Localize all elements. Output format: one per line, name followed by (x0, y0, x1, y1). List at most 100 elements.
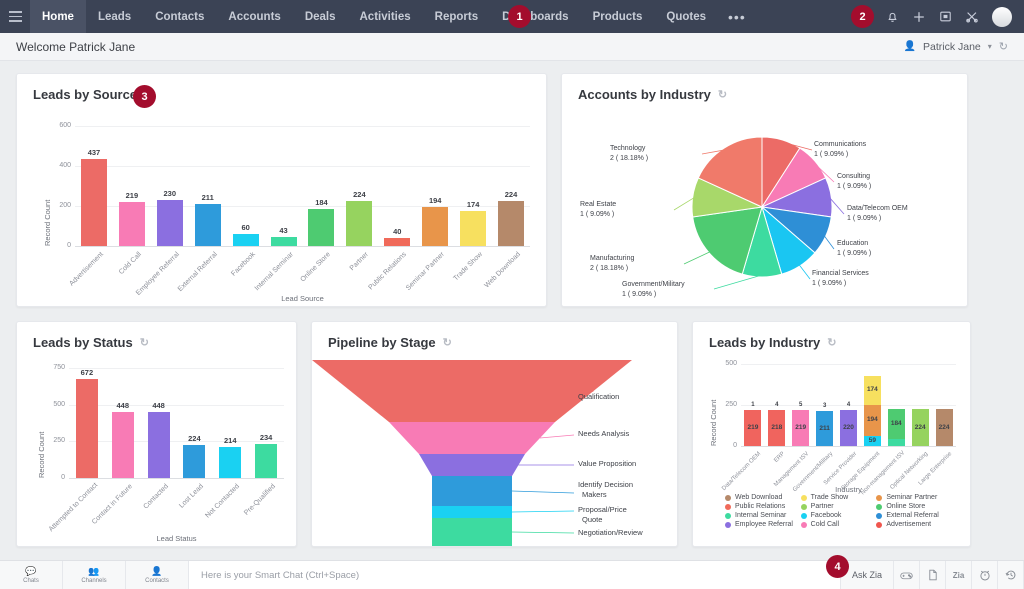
funnel-band[interactable] (432, 476, 512, 506)
funnel-stage-label: Identify Decision Makers (578, 480, 633, 500)
plus-icon[interactable] (912, 10, 926, 24)
legend-item: Web Download (725, 494, 801, 501)
bell-icon[interactable] (886, 10, 899, 24)
avatar[interactable] (992, 6, 1012, 27)
nav-tab-label: Quotes (666, 10, 707, 23)
legend-label: Internal Seminar (735, 512, 787, 519)
pie-label-value: 2 ( 18.18% ) (610, 155, 649, 163)
tools-icon[interactable] (965, 10, 979, 24)
chevron-down-icon[interactable]: ▾ (988, 42, 992, 51)
bar (384, 238, 411, 246)
nav-tab-reports[interactable]: Reports (423, 0, 490, 33)
funnel-label-line: Proposal/Price (578, 505, 627, 514)
bar-segment (887, 439, 905, 446)
welcome-bar: Welcome Patrick Jane 👤 Patrick Jane ▾ ↻ (0, 33, 1024, 61)
document-icon[interactable] (920, 561, 946, 589)
legend-color-dot (800, 503, 807, 510)
nav-tab-label: Accounts (228, 10, 281, 23)
history-icon[interactable] (998, 561, 1024, 589)
current-user-name[interactable]: Patrick Jane (923, 41, 981, 53)
legend-item: Partner (800, 503, 877, 510)
bar (460, 211, 487, 246)
nav-tab-leads[interactable]: Leads (86, 0, 143, 33)
bottom-contacts-button[interactable]: 👤 Contacts (126, 561, 189, 589)
bottom-item-label: Channels (81, 578, 107, 584)
legend-color-dot (725, 503, 731, 510)
bar (80, 158, 107, 246)
pie-label-value: 1 ( 9.09% ) (812, 280, 847, 288)
pie-label-name: Communications (814, 141, 867, 148)
zia-icon: Zia (946, 561, 972, 589)
funnel-band[interactable] (312, 360, 632, 422)
pie-slice-label: Communications 1 ( 9.09% ) (814, 140, 866, 160)
bottom-channels-button[interactable]: 👥 Channels (63, 561, 126, 589)
crm-dashboard-app: Home Leads Contacts Accounts Deals Activ… (0, 0, 1024, 589)
legend-item: Advertisement (876, 521, 952, 528)
pie-label-name: Education (837, 240, 869, 247)
refresh-icon[interactable]: ↻ (999, 40, 1008, 53)
screen-icon[interactable] (939, 10, 952, 23)
funnel-band[interactable] (432, 506, 512, 518)
user-icon: 👤 (903, 41, 916, 52)
refresh-icon[interactable]: ↻ (827, 336, 836, 349)
legend-item: Online Store (876, 503, 952, 510)
smart-chat-input[interactable]: Here is your Smart Chat (Ctrl+Space) (189, 561, 841, 589)
nav-tabs: Home Leads Contacts Accounts Deals Activ… (30, 0, 756, 33)
funnel-band[interactable] (389, 422, 555, 454)
pie-label-value: 1 ( 9.09% ) (580, 211, 615, 219)
nav-more-button[interactable]: ••• (718, 0, 756, 33)
refresh-icon[interactable]: ↻ (718, 88, 727, 101)
nav-tab-activities[interactable]: Activities (348, 0, 423, 33)
card-leads-by-industry: Leads by Industry ↻ Record Count 0 250 500 2… (692, 321, 971, 547)
top-navigation-bar: Home Leads Contacts Accounts Deals Activ… (0, 0, 1024, 33)
legend-label: External Referral (886, 512, 939, 519)
bar (75, 379, 98, 478)
y-axis-tick: 250 (53, 437, 65, 445)
bottom-chats-button[interactable]: 💬 Chats (0, 561, 63, 589)
nav-tab-label: Leads (97, 10, 132, 23)
bar-value-label: 224 (938, 423, 950, 431)
bottom-bar: 💬 Chats 👥 Channels 👤 Contacts Here is yo… (0, 555, 1024, 589)
nav-tab-contacts[interactable]: Contacts (143, 0, 216, 33)
nav-tab-accounts[interactable]: Accounts (216, 0, 292, 33)
x-axis-line (75, 246, 530, 247)
bar-value-label: 194 (428, 196, 442, 206)
y-axis-tick: 750 (53, 364, 65, 371)
funnel-label-line: Quote (582, 515, 603, 525)
nav-tab-home[interactable]: Home (30, 0, 86, 33)
bar (219, 446, 242, 478)
bar-value-label: 448 (116, 401, 129, 411)
bar (255, 443, 278, 478)
bar (270, 237, 297, 246)
funnel-band[interactable] (432, 518, 512, 546)
card-title: Leads by Source ↻ (17, 74, 546, 102)
funnel-band[interactable] (419, 454, 525, 476)
bar-value-label: 224 (188, 434, 201, 444)
nav-tab-quotes[interactable]: Quotes (654, 0, 718, 33)
annotation-badge-3: 3 (133, 85, 156, 108)
alarm-icon[interactable] (972, 561, 998, 589)
x-axis-title: Lead Status (156, 534, 197, 543)
bar-value-label: 448 (152, 401, 165, 411)
bar-value-label: 211 (201, 192, 214, 202)
bar (498, 201, 525, 246)
card-title-text: Leads by Source (33, 87, 138, 102)
bar-value-label: 224 (504, 190, 518, 200)
nav-tab-dashboards[interactable]: Dashboards (490, 0, 580, 33)
card-title-text: Leads by Status (33, 335, 133, 350)
nav-tab-products[interactable]: Products (581, 0, 655, 33)
chart-legend: Web Download Trade Show Seminar Partner Pub… (711, 494, 966, 528)
grid-line (75, 166, 530, 167)
x-axis-title: Lead Source (281, 294, 324, 303)
game-controller-icon[interactable] (894, 561, 920, 589)
page-title: Welcome Patrick Jane (16, 39, 136, 54)
refresh-icon[interactable]: ↻ (140, 336, 149, 349)
dashboard-board: Leads by Source ↻ 3 Record Count02004006… (0, 61, 1024, 559)
pie-label-name: Manufacturing (590, 255, 635, 262)
y-axis-tick: 200 (59, 202, 71, 209)
nav-tab-deals[interactable]: Deals (293, 0, 348, 33)
nav-tab-label: Home (42, 10, 74, 23)
hamburger-icon[interactable] (0, 0, 30, 33)
card-title-text: Leads by Industry (709, 335, 821, 350)
channels-icon: 👥 (88, 566, 100, 576)
